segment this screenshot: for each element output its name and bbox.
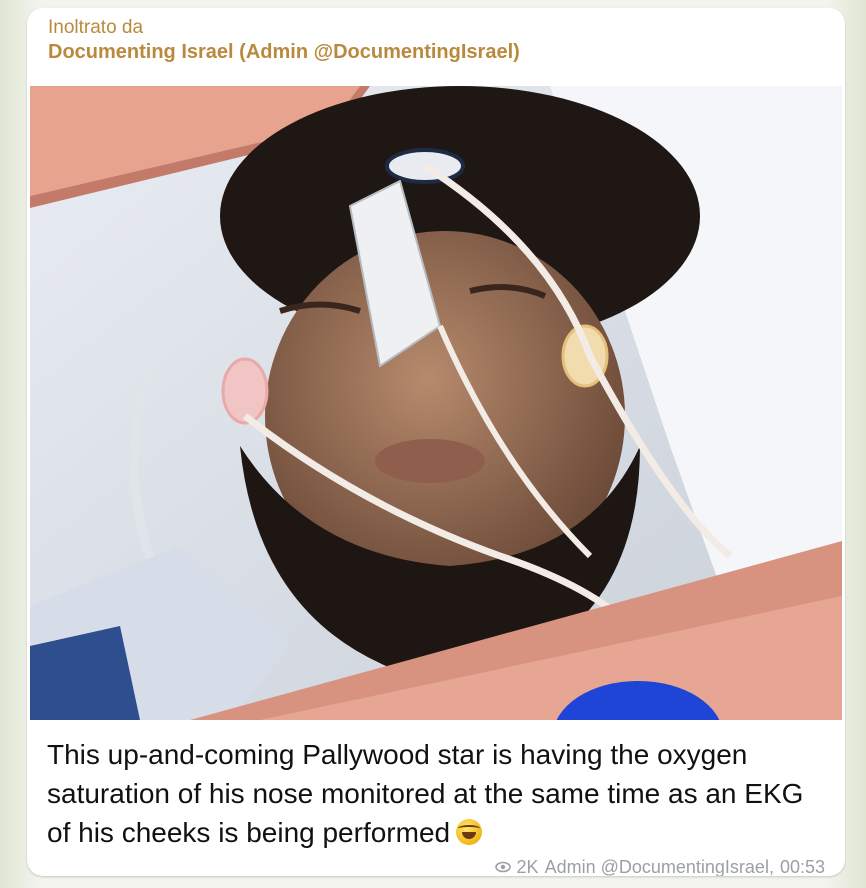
forwarded-label: Inoltrato da	[48, 17, 144, 38]
message-caption: This up-and-coming Pallywood star is hav…	[47, 735, 827, 852]
message-bubble[interactable]: Inoltrato da Documenting Israel (Admin @…	[27, 8, 845, 876]
eye-icon	[494, 861, 511, 873]
author-signature: Admin @DocumentingIsrael,	[544, 857, 774, 876]
laughing-tears-emoji-icon	[456, 819, 483, 845]
forward-header[interactable]: Inoltrato da Documenting Israel (Admin @…	[48, 16, 520, 64]
forwarded-source-link[interactable]: Documenting Israel (Admin @DocumentingIs…	[48, 40, 520, 64]
photo-illustration	[30, 86, 842, 720]
message-time: 00:53	[779, 857, 825, 876]
message-photo[interactable]	[30, 86, 842, 720]
caption-text: This up-and-coming Pallywood star is hav…	[47, 739, 804, 848]
view-count: 2K	[516, 857, 539, 876]
message-meta: 2K Admin @DocumentingIsrael, 00:53	[494, 856, 825, 876]
